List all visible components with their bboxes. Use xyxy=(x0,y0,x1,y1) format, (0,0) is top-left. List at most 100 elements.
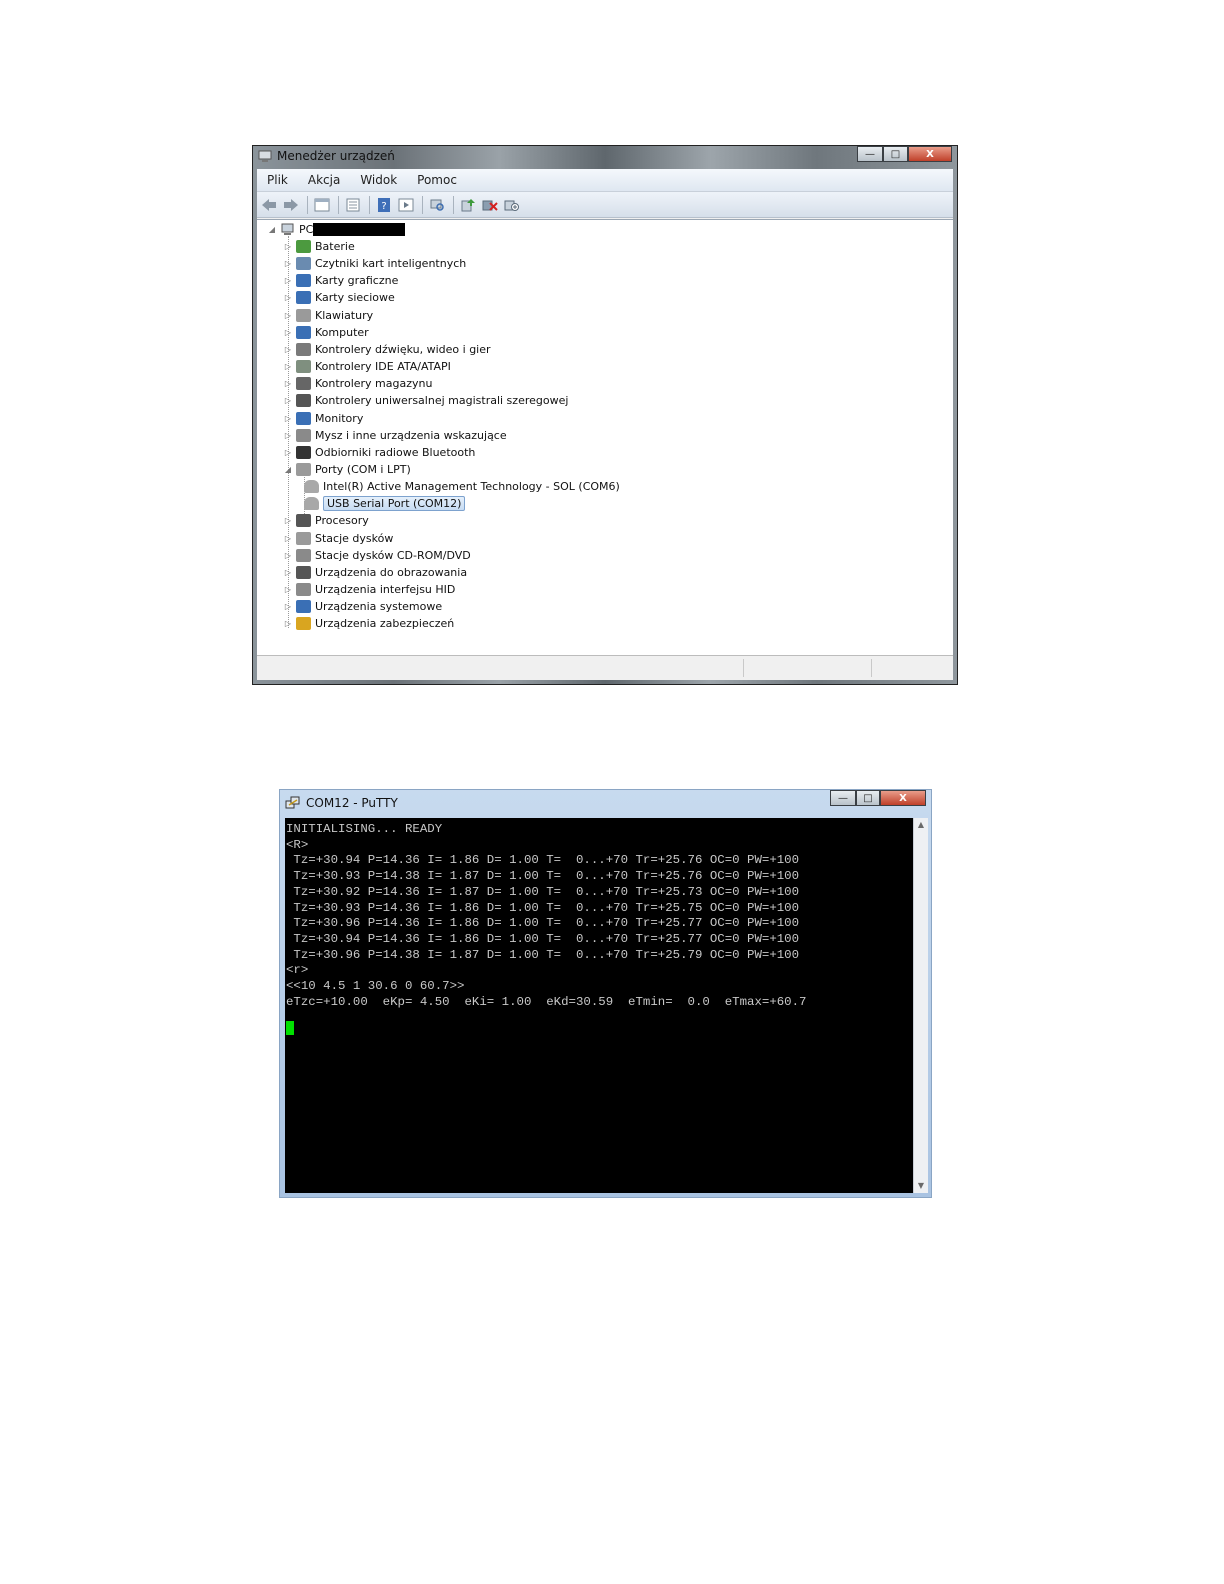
tree-category-item[interactable]: ▷ Kontrolery IDE ATA/ATAPI xyxy=(283,358,451,375)
properties-icon[interactable] xyxy=(343,196,363,214)
minimize-button[interactable]: — xyxy=(830,790,856,806)
putty-window: COM12 - PuTTY — □ X INITIALISING... READ… xyxy=(279,789,932,1198)
tree-category-item[interactable]: ▷ Karty graficzne xyxy=(283,272,398,289)
security-key-icon xyxy=(296,617,311,631)
menu-view[interactable]: Widok xyxy=(360,173,397,187)
toolbar-separator xyxy=(453,195,454,214)
keyboard-icon xyxy=(296,308,311,322)
expand-arrow-icon[interactable]: ▷ xyxy=(283,242,293,251)
back-arrow-icon[interactable] xyxy=(259,196,279,214)
window-controls: — □ X xyxy=(857,146,952,163)
tree-root-label: PC xyxy=(299,223,314,236)
expand-arrow-icon[interactable]: ▷ xyxy=(283,311,293,320)
expand-arrow-icon[interactable]: ▷ xyxy=(283,619,293,628)
tree-category-item[interactable]: ▷ Komputer xyxy=(283,324,369,341)
tree-category-item[interactable]: ▷ Baterie xyxy=(283,238,355,255)
terminal-cursor xyxy=(286,1021,294,1035)
collapse-arrow-icon[interactable]: ◢ xyxy=(267,225,277,234)
port-icon xyxy=(304,497,319,511)
expand-arrow-icon[interactable]: ▷ xyxy=(283,345,293,354)
toolbar-separator xyxy=(307,195,308,214)
expand-arrow-icon[interactable]: ▷ xyxy=(283,534,293,543)
tree-category-item[interactable]: ▷ Kontrolery dźwięku, wideo i gier xyxy=(283,341,491,358)
terminal-line: <<10 4.5 1 30.6 0 60.7>> xyxy=(286,979,465,993)
expand-arrow-icon[interactable]: ▷ xyxy=(283,293,293,302)
tree-category-item[interactable]: ▷ Stacje dysków CD-ROM/DVD xyxy=(283,547,471,564)
update-driver-icon[interactable] xyxy=(458,196,478,214)
svg-text:?: ? xyxy=(381,201,386,212)
toolbar-separator xyxy=(422,195,423,214)
expand-arrow-icon[interactable]: ▷ xyxy=(283,328,293,337)
tree-item-label: Urządzenia systemowe xyxy=(315,600,443,614)
menu-help[interactable]: Pomoc xyxy=(417,173,457,187)
floppy-drive-icon xyxy=(296,531,311,545)
tree-root[interactable]: ◢ PC xyxy=(267,221,406,238)
expand-arrow-icon[interactable]: ▷ xyxy=(283,414,293,423)
expand-arrow-icon[interactable]: ▷ xyxy=(283,431,293,440)
tree-category-item[interactable]: ◢ Porty (COM i LPT) xyxy=(283,461,411,478)
minimize-button[interactable]: — xyxy=(857,146,883,162)
tree-item-label: Mysz i inne urządzenia wskazujące xyxy=(315,428,507,442)
terminal-line: <R> xyxy=(286,837,309,852)
speaker-icon xyxy=(296,342,311,356)
expand-arrow-icon[interactable]: ▷ xyxy=(283,568,293,577)
forward-arrow-icon[interactable] xyxy=(281,196,301,214)
run-icon[interactable] xyxy=(396,196,416,214)
tree-category-item[interactable]: ▷ Urządzenia systemowe xyxy=(283,598,442,615)
close-button[interactable]: X xyxy=(880,790,926,806)
device-manager-titlebar[interactable]: Menedżer urządzeń — □ X xyxy=(253,146,957,168)
menu-file[interactable]: Plik xyxy=(267,173,288,187)
port-icon xyxy=(296,462,311,476)
tree-item-label: Urządzenia interfejsu HID xyxy=(315,583,456,596)
tree-item-label: Czytniki kart inteligentnych xyxy=(315,257,467,271)
device-manager-body: Plik Akcja Widok Pomoc ? ◢ PC ▷ Baterie … xyxy=(257,169,953,680)
enable-device-icon[interactable] xyxy=(502,196,522,214)
tree-category-item[interactable]: ▷ Urządzenia do obrazowania xyxy=(283,564,467,581)
tree-category-item[interactable]: ▷ Urządzenia interfejsu HID xyxy=(283,581,455,598)
collapse-arrow-icon[interactable]: ◢ xyxy=(283,465,293,474)
tree-device-item[interactable]: USB Serial Port (COM12) xyxy=(301,495,466,512)
tree-view-icon[interactable] xyxy=(312,196,332,214)
terminal-area[interactable]: INITIALISING... READY <R> Tz=+30.94 P=14.… xyxy=(285,818,913,1193)
expand-arrow-icon[interactable]: ▷ xyxy=(283,276,293,285)
tree-category-item[interactable]: ▷ Procesory xyxy=(283,512,369,529)
tree-category-item[interactable]: ▷ Czytniki kart inteligentnych xyxy=(283,255,466,272)
expand-arrow-icon[interactable]: ▷ xyxy=(283,585,293,594)
terminal-line: <r> xyxy=(286,963,309,978)
tree-category-item[interactable]: ▷ Klawiatury xyxy=(283,307,373,324)
menu-action[interactable]: Akcja xyxy=(308,173,340,187)
expand-arrow-icon[interactable]: ▷ xyxy=(283,516,293,525)
processor-icon xyxy=(296,514,311,528)
terminal-line: Tz=+30.92 P=14.36 I= 1.87 D= 1.00 T= 0..… xyxy=(286,884,800,899)
toolbar-separator xyxy=(338,195,339,214)
maximize-button[interactable]: □ xyxy=(856,790,880,806)
tree-category-item[interactable]: ▷ Monitory xyxy=(283,410,363,427)
expand-arrow-icon[interactable]: ▷ xyxy=(283,379,293,388)
tree-category-item[interactable]: ▷ Kontrolery uniwersalnej magistrali szer… xyxy=(283,392,568,409)
help-icon[interactable]: ? xyxy=(374,196,394,214)
tree-category-item[interactable]: ▷ Karty sieciowe xyxy=(283,289,395,306)
expand-arrow-icon[interactable]: ▷ xyxy=(283,259,293,268)
expand-arrow-icon[interactable]: ▷ xyxy=(283,602,293,611)
close-button[interactable]: X xyxy=(908,146,952,162)
expand-arrow-icon[interactable]: ▷ xyxy=(283,362,293,371)
tree-category-item[interactable]: ▷ Kontrolery magazynu xyxy=(283,375,432,392)
tree-category-item[interactable]: ▷ Stacje dysków xyxy=(283,530,393,547)
vertical-scrollbar[interactable]: ▲ ▼ xyxy=(913,818,928,1193)
tree-item-label: Stacje dysków CD-ROM/DVD xyxy=(315,548,471,562)
expand-arrow-icon[interactable]: ▷ xyxy=(283,396,293,405)
maximize-button[interactable]: □ xyxy=(883,146,908,162)
storage-controller-icon xyxy=(296,377,311,391)
scroll-down-arrow-icon[interactable]: ▼ xyxy=(914,1180,928,1192)
scroll-up-arrow-icon[interactable]: ▲ xyxy=(914,819,928,831)
tree-category-item[interactable]: ▷ Urządzenia zabezpieczeń xyxy=(283,615,454,632)
tree-category-item[interactable]: ▷ Odbiorniki radiowe Bluetooth xyxy=(283,444,475,461)
system-device-icon xyxy=(296,600,311,614)
uninstall-icon[interactable] xyxy=(480,196,500,214)
tree-category-item[interactable]: ▷ Mysz i inne urządzenia wskazujące xyxy=(283,427,507,444)
expand-arrow-icon[interactable]: ▷ xyxy=(283,551,293,560)
tree-item-label: Porty (COM i LPT) xyxy=(315,462,411,476)
scan-hardware-icon[interactable] xyxy=(427,196,447,214)
tree-device-item[interactable]: Intel(R) Active Management Technology - … xyxy=(301,478,620,495)
expand-arrow-icon[interactable]: ▷ xyxy=(283,448,293,457)
